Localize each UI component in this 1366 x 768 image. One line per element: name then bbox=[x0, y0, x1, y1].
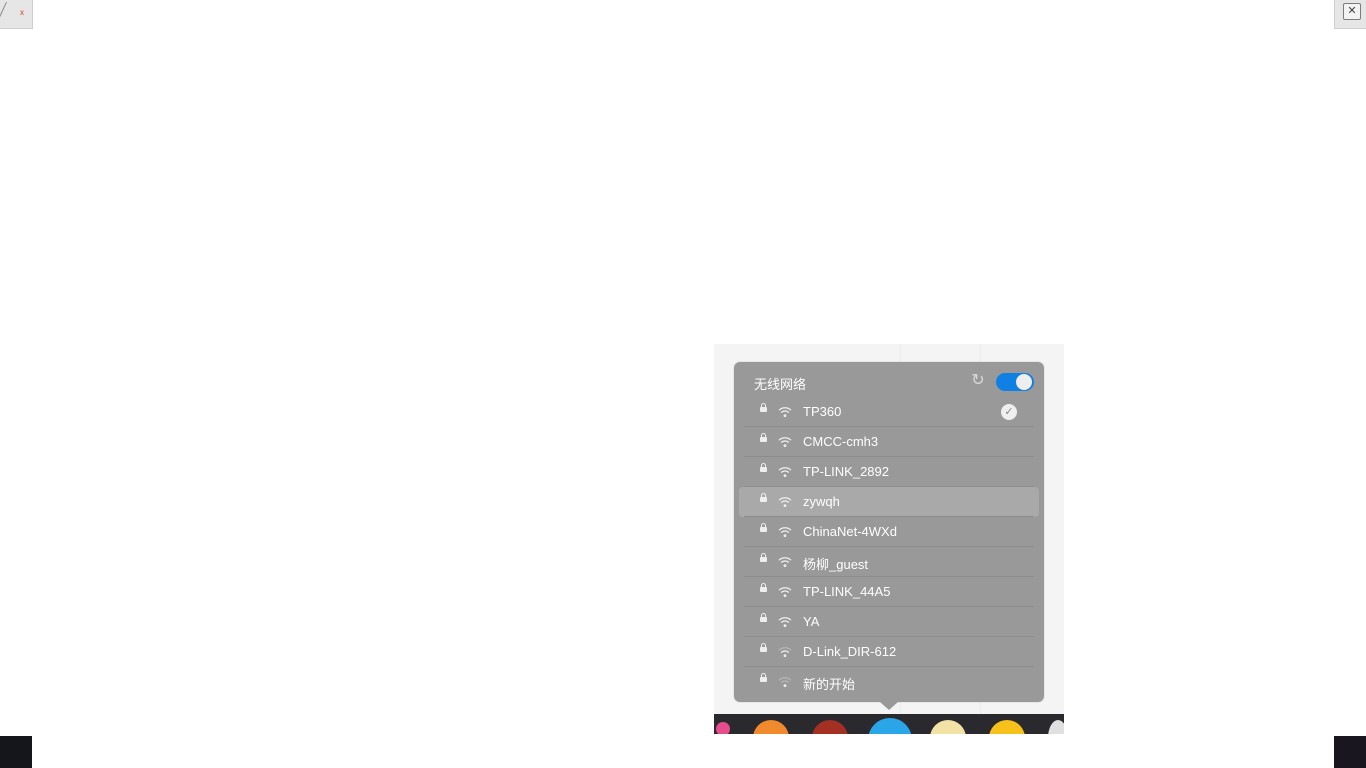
file-manager-icon[interactable] bbox=[930, 720, 966, 734]
wifi-signal-icon bbox=[778, 645, 792, 657]
network-row[interactable]: zywqh bbox=[739, 487, 1039, 517]
toggle-knob bbox=[1016, 374, 1032, 390]
store-icon[interactable] bbox=[753, 720, 789, 734]
tab-close-icon[interactable]: x bbox=[20, 8, 24, 17]
network-ssid: TP-LINK_44A5 bbox=[803, 584, 891, 599]
settings-icon[interactable] bbox=[989, 720, 1025, 734]
network-row[interactable]: TP-LINK_2892 bbox=[734, 457, 1044, 487]
network-row[interactable]: 新的开始 bbox=[734, 667, 1044, 697]
network-list: TP360 ✓ CMCC-cmh3 TP-LINK_2892zywqh ChinaNet… bbox=[734, 397, 1044, 697]
connected-check-icon: ✓ bbox=[1001, 404, 1017, 420]
network-ssid: 杨柳_guest bbox=[803, 557, 869, 572]
network-row[interactable]: CMCC-cmh3 bbox=[734, 427, 1044, 457]
close-button[interactable]: ✕ bbox=[1343, 3, 1361, 20]
wifi-popup: 无线网络 ↻ TP360 ✓ CMCC-cmh3 TP-LINK_2892zywqh C… bbox=[734, 362, 1044, 710]
desktop-corner-right bbox=[1334, 736, 1366, 768]
wifi-signal-icon bbox=[778, 555, 792, 567]
lock-icon bbox=[760, 553, 767, 564]
network-ssid: CMCC-cmh3 bbox=[803, 434, 879, 449]
lock-icon bbox=[760, 433, 767, 444]
network-ssid: D-Link_DIR-612 bbox=[803, 644, 897, 659]
network-ssid: TP-LINK_2892 bbox=[803, 464, 889, 479]
wifi-toggle[interactable] bbox=[996, 373, 1034, 391]
dock bbox=[714, 714, 1064, 734]
network-ssid: zywqh bbox=[803, 494, 840, 509]
wifi-signal-icon bbox=[778, 495, 792, 507]
wifi-signal-icon bbox=[778, 435, 792, 447]
trash-icon[interactable] bbox=[1048, 720, 1064, 734]
network-ssid: 新的开始 bbox=[803, 677, 856, 692]
wifi-signal-icon bbox=[778, 525, 792, 537]
network-ssid: TP360 bbox=[803, 404, 842, 419]
wifi-signal-icon bbox=[778, 405, 792, 417]
network-row[interactable]: 杨柳_guest bbox=[734, 547, 1044, 577]
launcher-icon[interactable] bbox=[716, 722, 730, 734]
lock-icon bbox=[760, 463, 767, 474]
wifi-header: 无线网络 ↻ bbox=[734, 362, 1044, 400]
wifi-signal-icon bbox=[778, 675, 792, 687]
wifi-signal-icon bbox=[778, 615, 792, 627]
wifi-signal-icon bbox=[778, 585, 792, 597]
lock-icon bbox=[760, 493, 767, 504]
network-row[interactable]: D-Link_DIR-612 bbox=[734, 637, 1044, 667]
desktop-corner-left bbox=[0, 736, 32, 768]
browser-icon[interactable] bbox=[868, 718, 912, 734]
popup-arrow bbox=[880, 702, 898, 710]
network-row[interactable]: TP-LINK_44A5 bbox=[734, 577, 1044, 607]
window-corner-left: x bbox=[0, 0, 33, 29]
network-ssid: ChinaNet-4WXd bbox=[803, 524, 897, 539]
lock-icon bbox=[760, 673, 767, 684]
network-ssid: YA bbox=[803, 614, 820, 629]
wifi-title: 无线网络 bbox=[754, 377, 807, 392]
network-row[interactable]: YA bbox=[734, 607, 1044, 637]
lock-icon bbox=[760, 643, 767, 654]
tab-divider bbox=[0, 2, 7, 26]
lock-icon bbox=[760, 613, 767, 624]
window-corner-right: ✕ bbox=[1334, 0, 1366, 29]
network-row[interactable]: TP360 ✓ bbox=[734, 397, 1044, 427]
network-row[interactable]: ChinaNet-4WXd bbox=[734, 517, 1044, 547]
music-icon[interactable] bbox=[812, 720, 848, 734]
lock-icon bbox=[760, 583, 767, 594]
lock-icon bbox=[760, 403, 767, 414]
wifi-signal-icon bbox=[778, 465, 792, 477]
lock-icon bbox=[760, 523, 767, 534]
refresh-icon[interactable]: ↻ bbox=[970, 373, 986, 389]
